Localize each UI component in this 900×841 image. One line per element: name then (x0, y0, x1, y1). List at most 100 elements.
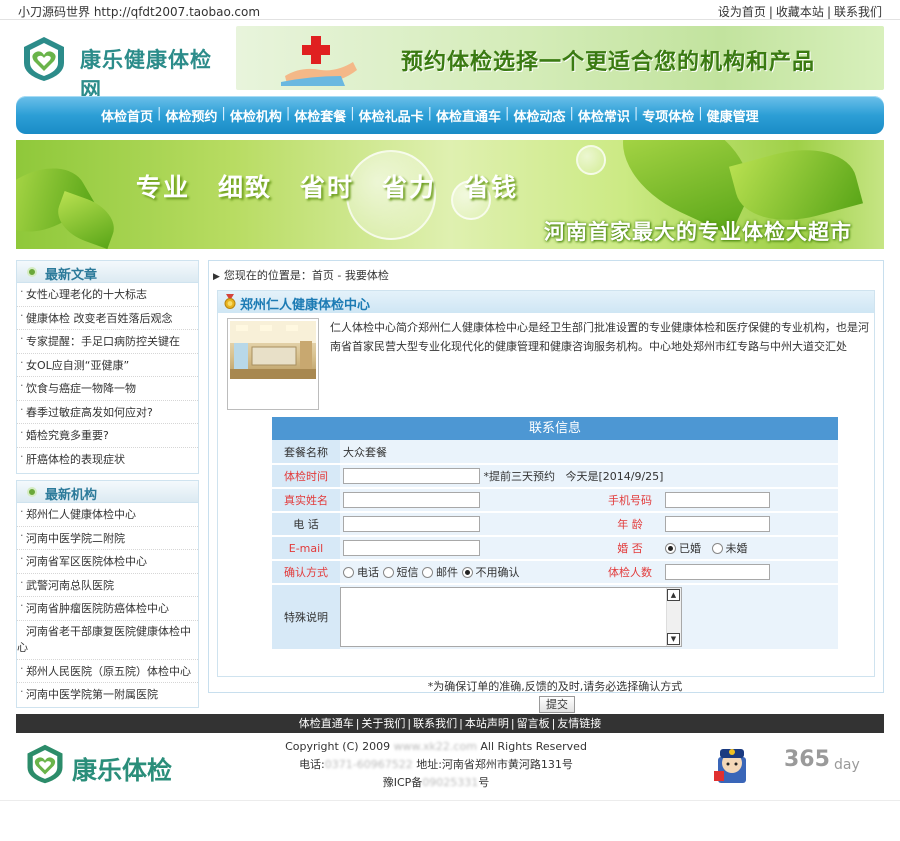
nav-item-gift-card[interactable]: 体检礼品卡 (356, 106, 427, 125)
footer-link-contact[interactable]: 联系我们 (413, 717, 457, 730)
latest-institutions-header: 最新机构 (17, 481, 198, 503)
special-note-textarea[interactable]: ▲ ▼ (340, 587, 682, 647)
submit-button[interactable]: 提交 (539, 696, 575, 713)
article-link[interactable]: 女OL应自测“亚健康” (17, 354, 198, 377)
banner-word: 省时 (300, 173, 355, 202)
article-link[interactable]: 健康体检 改变老百姓落后观念 (17, 307, 198, 330)
age-cell (662, 512, 838, 537)
age-label: 年 龄 (598, 512, 662, 537)
institution-panel: 郑州仁人健康体检中心 仁人体检中心简介郑州仁人健康体检中心是经卫生部门批准设置的… (217, 290, 875, 713)
footer-link-express[interactable]: 体检直通车 (299, 717, 354, 730)
nav-item-special[interactable]: 专项体检 (639, 106, 697, 125)
phone-input[interactable] (343, 516, 480, 532)
nav-item-booking[interactable]: 体检预约 (162, 106, 220, 125)
nav-item-express[interactable]: 体检直通车 (433, 106, 504, 125)
article-link[interactable]: 春季过敏症高发如何应对? (17, 401, 198, 424)
unmarried-radio[interactable] (711, 543, 723, 554)
confirm-sms-label: 短信 (396, 566, 419, 579)
institution-link[interactable]: 郑州人民医院（原五院）体检中心 (17, 660, 198, 683)
scroll-up-icon[interactable]: ▲ (667, 589, 680, 601)
footer-link-statement[interactable]: 本站声明 (465, 717, 509, 730)
heart-shield-icon (27, 744, 63, 784)
package-label: 套餐名称 (272, 440, 340, 465)
bottom-divider (0, 800, 900, 801)
institution-intro: 仁人体检中心简介郑州仁人健康体检中心是经卫生部门批准设置的专业健康体检和医疗保健… (330, 321, 869, 353)
confirm-method-cell: 电话 短信 邮件 不用确认 (340, 560, 598, 585)
nav-item-home[interactable]: 体检首页 (98, 106, 156, 125)
institution-list: 郑州仁人健康体检中心 河南中医学院二附院 河南省军区医院体检中心 武警河南总队医… (17, 503, 198, 707)
footer-link-guestbook[interactable]: 留言板 (517, 717, 550, 730)
article-link[interactable]: 饮食与癌症一物降一物 (17, 377, 198, 401)
phone-prefix: 电话: (299, 758, 325, 771)
people-count-label: 体检人数 (598, 560, 662, 585)
institution-link[interactable]: 河南省老干部康复医院健康体检中心 (17, 621, 198, 660)
badge-text: day (834, 757, 860, 773)
confirm-phone-radio[interactable] (343, 567, 354, 578)
police-badge-icon[interactable] (712, 743, 752, 785)
set-homepage-link[interactable]: 设为首页 (718, 5, 766, 19)
banner-word: 专业 (136, 173, 191, 202)
confirm-email-label: 邮件 (436, 566, 458, 579)
age-input[interactable] (665, 516, 770, 532)
institution-link[interactable]: 河南省军区医院体检中心 (17, 550, 198, 574)
institution-link[interactable]: 河南省肿瘤医院防癌体检中心 (17, 597, 198, 621)
latest-institutions-box: 最新机构 郑州仁人健康体检中心 河南中医学院二附院 河南省军区医院体检中心 武警… (16, 480, 199, 708)
icp-suffix: 号 (478, 776, 490, 789)
exam-time-input[interactable] (343, 468, 480, 485)
address: 地址:河南省郑州市黄河路131号 (412, 758, 573, 771)
email-label: E-mail (272, 536, 340, 561)
confirm-email-radio[interactable] (422, 567, 433, 578)
special-note-label: 特殊说明 (272, 584, 340, 651)
latest-institutions-title: 最新机构 (45, 488, 98, 503)
nav-item-institutions[interactable]: 体检机构 (227, 106, 285, 125)
form-row: 特殊说明 ▲ ▼ (272, 584, 838, 651)
nav-item-news[interactable]: 体检动态 (510, 106, 568, 125)
nav-item-knowledge[interactable]: 体检常识 (575, 106, 633, 125)
mobile-input[interactable] (665, 492, 770, 508)
article-link[interactable]: 女性心理老化的十大标志 (17, 283, 198, 307)
icp-value: 09025331 (422, 776, 479, 789)
banner-word: 省钱 (464, 173, 519, 202)
banner-tagline: 河南首家最大的专业体检大超市 (544, 220, 852, 244)
footer-link-friends[interactable]: 友情链接 (557, 717, 601, 730)
365-day-badge[interactable]: 365 day (780, 743, 875, 783)
nav-item-health-management[interactable]: 健康管理 (704, 106, 762, 125)
email-cell (340, 536, 598, 561)
article-link[interactable]: 婚检究竟多重要? (17, 424, 198, 448)
marital-cell: 已婚 未婚 (662, 536, 838, 561)
breadcrumb-home[interactable]: 首页 (312, 269, 334, 282)
contact-link[interactable]: 联系我们 (834, 5, 882, 19)
header-banner: 预约体检选择一个更适合您的机构和产品 (236, 26, 884, 90)
form-row: E-mail 婚 否 已婚 未婚 (272, 536, 838, 561)
article-link[interactable]: 肝癌体检的表现症状 (17, 448, 198, 472)
confirm-none-radio[interactable] (461, 567, 473, 578)
separator: | (510, 717, 515, 730)
exam-time-cell: *提前三天预约 今天是[2014/9/25] (340, 464, 838, 489)
site-logo[interactable]: 康乐健康体检网 (20, 32, 230, 102)
nav-item-packages[interactable]: 体检套餐 (291, 106, 349, 125)
real-name-input[interactable] (343, 492, 480, 508)
scroll-down-icon[interactable]: ▼ (667, 633, 680, 645)
confirm-sms-radio[interactable] (382, 567, 394, 578)
bookmark-link[interactable]: 收藏本站 (776, 5, 824, 19)
nav-list: 体检首页 | 体检预约 | 体检机构 | 体检套餐 | 体检礼品卡 | 体检直通车 | 体检… (98, 106, 762, 125)
institution-link[interactable]: 河南中医学院第一附属医院 (17, 683, 198, 707)
logo-text: 康乐健康体检网 (80, 48, 212, 102)
breadcrumb: ▶ 您现在的位置是：首页 - 我要体检 (213, 267, 389, 283)
people-count-input[interactable] (665, 564, 770, 580)
real-name-cell (340, 488, 598, 513)
footer-link-about[interactable]: 关于我们 (361, 717, 405, 730)
institution-link[interactable]: 河南中医学院二附院 (17, 527, 198, 550)
article-link[interactable]: 专家提醒：手足口病防控关键在 (17, 330, 198, 354)
institution-link[interactable]: 郑州仁人健康体检中心 (17, 503, 198, 527)
email-input[interactable] (343, 540, 480, 556)
confirm-none-label: 不用确认 (475, 566, 520, 579)
badge-number: 365 (784, 747, 830, 772)
scrollbar[interactable]: ▲ ▼ (666, 588, 681, 646)
header: 康乐健康体检网 预约体检选择一个更适合您的机构和产品 (16, 24, 884, 102)
form-row: 电 话 年 龄 (272, 512, 838, 537)
married-radio[interactable] (665, 543, 676, 554)
form-row: 体检时间 *提前三天预约 今天是[2014/9/25] (272, 464, 838, 489)
institution-link[interactable]: 武警河南总队医院 (17, 574, 198, 597)
separator: | (459, 717, 463, 730)
